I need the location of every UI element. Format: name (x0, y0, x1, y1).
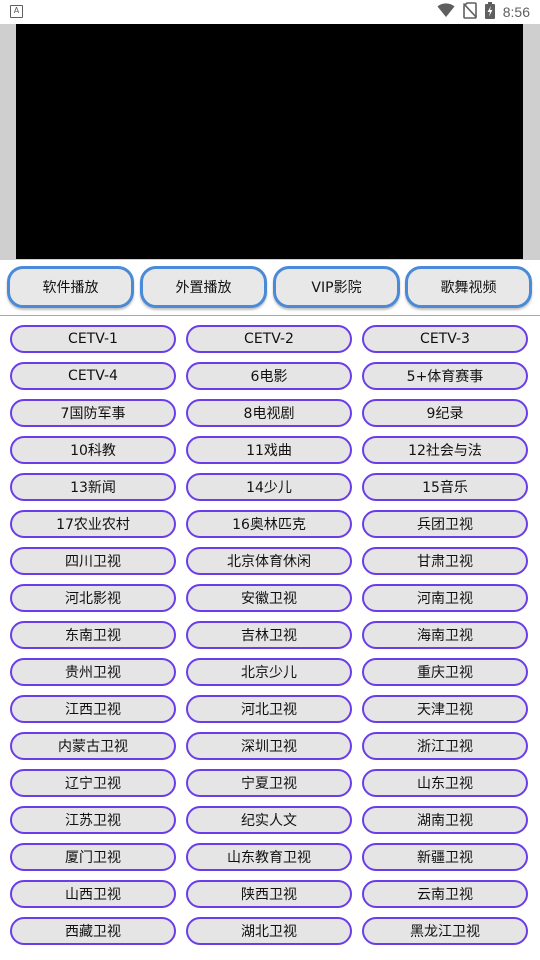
channel-button[interactable]: 15音乐 (362, 473, 528, 501)
channel-button[interactable]: CETV-1 (10, 325, 176, 353)
playback-mode-row: 软件播放 外置播放 VIP影院 歌舞视频 (0, 266, 540, 308)
battery-charging-icon (484, 1, 495, 23)
channel-button[interactable]: 西藏卫视 (10, 917, 176, 945)
channel-button[interactable]: 辽宁卫视 (10, 769, 176, 797)
external-play-button[interactable]: 外置播放 (140, 266, 267, 308)
channel-button[interactable]: 甘肃卫视 (362, 547, 528, 575)
channel-button[interactable]: 陕西卫视 (186, 880, 352, 908)
channel-button[interactable]: 纪实人文 (186, 806, 352, 834)
channel-button[interactable]: 河北卫视 (186, 695, 352, 723)
channel-button[interactable]: 兵团卫视 (362, 510, 528, 538)
channel-button[interactable]: 河南卫视 (362, 584, 528, 612)
channel-button[interactable]: 内蒙古卫视 (10, 732, 176, 760)
channel-button[interactable]: 10科教 (10, 436, 176, 464)
channel-button[interactable]: CETV-2 (186, 325, 352, 353)
channel-button[interactable]: 13新闻 (10, 473, 176, 501)
channel-button[interactable]: 9纪录 (362, 399, 528, 427)
channel-button[interactable]: 厦门卫视 (10, 843, 176, 871)
status-bar: A 8:56 (0, 0, 540, 24)
channel-button[interactable]: 山东教育卫视 (186, 843, 352, 871)
channel-button[interactable]: 山东卫视 (362, 769, 528, 797)
video-surface[interactable] (16, 24, 523, 259)
channel-button[interactable]: CETV-4 (10, 362, 176, 390)
software-play-button[interactable]: 软件播放 (7, 266, 134, 308)
channel-button[interactable]: 重庆卫视 (362, 658, 528, 686)
channel-button[interactable]: 浙江卫视 (362, 732, 528, 760)
channel-button[interactable]: CETV-3 (362, 325, 528, 353)
channel-button[interactable]: 四川卫视 (10, 547, 176, 575)
channel-button[interactable]: 江苏卫视 (10, 806, 176, 834)
channel-button[interactable]: 云南卫视 (362, 880, 528, 908)
channel-button[interactable]: 黑龙江卫视 (362, 917, 528, 945)
channel-button[interactable]: 海南卫视 (362, 621, 528, 649)
clock: 8:56 (502, 4, 530, 20)
status-icons: 8:56 (437, 1, 530, 23)
channel-button[interactable]: 湖南卫视 (362, 806, 528, 834)
channel-button[interactable]: 深圳卫视 (186, 732, 352, 760)
channel-button[interactable]: 山西卫视 (10, 880, 176, 908)
vip-cinema-button[interactable]: VIP影院 (273, 266, 400, 308)
divider (0, 315, 540, 316)
channel-button[interactable]: 安徽卫视 (186, 584, 352, 612)
channel-button[interactable]: 11戏曲 (186, 436, 352, 464)
channel-button[interactable]: 江西卫视 (10, 695, 176, 723)
channel-button[interactable]: 8电视剧 (186, 399, 352, 427)
song-dance-video-button[interactable]: 歌舞视频 (405, 266, 532, 308)
channel-button[interactable]: 宁夏卫视 (186, 769, 352, 797)
channel-button[interactable]: 东南卫视 (10, 621, 176, 649)
channel-button[interactable]: 16奥林匹克 (186, 510, 352, 538)
channel-button[interactable]: 天津卫视 (362, 695, 528, 723)
channel-button[interactable]: 河北影视 (10, 584, 176, 612)
channel-button[interactable]: 12社会与法 (362, 436, 528, 464)
channel-button[interactable]: 湖北卫视 (186, 917, 352, 945)
channel-button[interactable]: 北京少儿 (186, 658, 352, 686)
no-sim-icon (462, 1, 477, 23)
channel-button[interactable]: 17农业农村 (10, 510, 176, 538)
wifi-icon (437, 2, 455, 22)
channel-button[interactable]: 14少儿 (186, 473, 352, 501)
channel-button[interactable]: 北京体育休闲 (186, 547, 352, 575)
player-area (0, 24, 540, 260)
channel-button[interactable]: 新疆卫视 (362, 843, 528, 871)
channel-button[interactable]: 5+体育赛事 (362, 362, 528, 390)
channel-button[interactable]: 贵州卫视 (10, 658, 176, 686)
channel-button[interactable]: 7国防军事 (10, 399, 176, 427)
channel-button[interactable]: 吉林卫视 (186, 621, 352, 649)
a-letter-icon: A (10, 5, 23, 18)
channel-button[interactable]: 6电影 (186, 362, 352, 390)
